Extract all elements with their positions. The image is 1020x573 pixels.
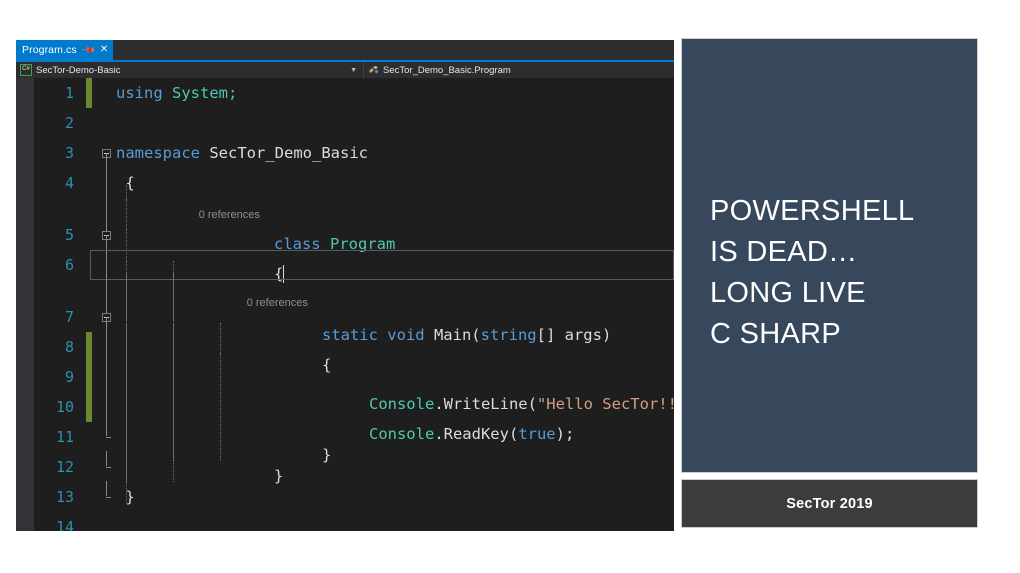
fold-spacer bbox=[98, 331, 114, 363]
fold-guide bbox=[106, 451, 107, 466]
line-number: 6 bbox=[64, 256, 74, 274]
change-bar bbox=[86, 168, 92, 198]
fold-spacer bbox=[98, 451, 114, 482]
line-number: 7 bbox=[64, 308, 74, 326]
slide-canvas: Program.cs 📌 ✕ C# SecTor-Demo-Basic ▼ Se… bbox=[0, 0, 1020, 573]
fold-spacer bbox=[98, 197, 114, 221]
code-line: 13 } bbox=[34, 481, 674, 512]
fold-guide bbox=[106, 249, 107, 281]
slide-footer-panel: SecTor 2019 bbox=[681, 479, 978, 528]
line-number: 3 bbox=[64, 144, 74, 162]
line-number: 4 bbox=[64, 174, 74, 192]
change-bar bbox=[86, 198, 92, 220]
fold-spacer bbox=[98, 361, 114, 393]
change-bar bbox=[86, 452, 92, 482]
fold-elbow bbox=[106, 467, 111, 468]
fold-guide bbox=[106, 197, 107, 221]
fold-spacer bbox=[98, 481, 114, 512]
line-number: 10 bbox=[55, 398, 74, 416]
line-number: 14 bbox=[55, 518, 74, 531]
change-bar bbox=[86, 108, 92, 138]
fold-guide bbox=[106, 391, 107, 423]
fold-guide bbox=[106, 167, 107, 199]
line-number: 2 bbox=[64, 114, 74, 132]
line-number: 5 bbox=[64, 226, 74, 244]
project-dropdown-label: SecTor-Demo-Basic bbox=[36, 64, 121, 76]
fold-guide bbox=[106, 331, 107, 363]
close-icon[interactable]: ✕ bbox=[100, 45, 108, 55]
change-bar bbox=[86, 250, 92, 280]
code-line: 3 namespace SecTor_Demo_Basic bbox=[34, 138, 674, 169]
fold-elbow bbox=[106, 497, 111, 498]
line-number: 9 bbox=[64, 368, 74, 386]
title-line-2: IS DEAD… bbox=[710, 236, 858, 268]
change-bar-saved bbox=[86, 78, 92, 108]
change-bar bbox=[86, 280, 92, 302]
fold-guide bbox=[106, 421, 107, 436]
title-line-1: POWERSHELL bbox=[710, 195, 915, 227]
fold-toggle-class[interactable] bbox=[98, 219, 114, 251]
slide-title-panel: POWERSHELL IS DEAD… LONG LIVE C SHARP bbox=[681, 38, 978, 473]
change-bar bbox=[86, 302, 92, 332]
code-line: 1 using System; bbox=[34, 78, 674, 108]
change-bar bbox=[86, 512, 92, 531]
tab-label: Program.cs bbox=[22, 44, 77, 56]
line-number: 13 bbox=[55, 488, 74, 506]
code-editor-surface[interactable]: 1 using System; 2 3 namespace SecTor_Dem… bbox=[16, 78, 674, 531]
chevron-down-icon: ▼ bbox=[350, 66, 357, 74]
visual-studio-editor-screenshot: Program.cs 📌 ✕ C# SecTor-Demo-Basic ▼ Se… bbox=[16, 40, 674, 531]
fold-guide bbox=[106, 481, 107, 496]
change-bar bbox=[86, 138, 92, 168]
project-dropdown[interactable]: C# SecTor-Demo-Basic ▼ bbox=[16, 62, 364, 78]
token-keyword: using bbox=[116, 84, 163, 102]
title-line-4: C SHARP bbox=[710, 318, 842, 350]
change-bar bbox=[86, 422, 92, 452]
member-dropdown[interactable]: SecTor_Demo_Basic.Program bbox=[364, 62, 674, 78]
fold-guide bbox=[106, 361, 107, 393]
code-line: 12 } bbox=[34, 431, 674, 503]
token-keyword: namespace bbox=[116, 144, 200, 162]
editor-navigation-bar: C# SecTor-Demo-Basic ▼ SecTor_Demo_Basic… bbox=[16, 60, 674, 78]
pin-icon[interactable]: 📌 bbox=[81, 42, 96, 57]
footer-label: SecTor 2019 bbox=[786, 495, 873, 512]
code-text: using System; bbox=[114, 84, 674, 102]
code-line: 14 bbox=[34, 512, 674, 531]
token-namespace: System; bbox=[172, 84, 238, 102]
fold-spacer bbox=[98, 167, 114, 199]
change-bar-saved bbox=[86, 332, 92, 362]
token-brace: } bbox=[125, 488, 135, 506]
class-member-icon bbox=[368, 65, 379, 75]
fold-guide bbox=[106, 279, 107, 303]
fold-spacer bbox=[98, 249, 114, 281]
token-namespace-name: SecTor_Demo_Basic bbox=[209, 144, 368, 162]
fold-spacer bbox=[98, 279, 114, 303]
page-title: POWERSHELL IS DEAD… LONG LIVE C SHARP bbox=[710, 191, 967, 355]
line-number: 11 bbox=[55, 428, 74, 446]
code-text: namespace SecTor_Demo_Basic bbox=[114, 144, 674, 162]
code-line: 2 bbox=[34, 108, 674, 138]
csharp-project-icon: C# bbox=[20, 64, 32, 76]
change-bar-saved bbox=[86, 392, 92, 422]
line-number: 8 bbox=[64, 338, 74, 356]
line-number: 12 bbox=[55, 458, 74, 476]
code-lines: 1 using System; 2 3 namespace SecTor_Dem… bbox=[34, 78, 674, 531]
fold-spacer bbox=[98, 421, 114, 452]
fold-elbow bbox=[106, 437, 111, 438]
fold-spacer bbox=[98, 391, 114, 423]
change-bar bbox=[86, 482, 92, 512]
fold-toggle-method[interactable] bbox=[98, 301, 114, 333]
member-dropdown-label: SecTor_Demo_Basic.Program bbox=[383, 64, 511, 76]
change-bar-saved bbox=[86, 362, 92, 392]
code-text: } bbox=[114, 488, 674, 506]
editor-tab-strip: Program.cs 📌 ✕ bbox=[16, 40, 674, 60]
line-number: 1 bbox=[64, 84, 74, 102]
fold-toggle-namespace[interactable] bbox=[98, 138, 114, 169]
editor-indicator-margin bbox=[16, 78, 34, 531]
title-line-3: LONG LIVE bbox=[710, 277, 866, 309]
tab-program-cs[interactable]: Program.cs 📌 ✕ bbox=[16, 40, 114, 60]
change-bar bbox=[86, 220, 92, 250]
